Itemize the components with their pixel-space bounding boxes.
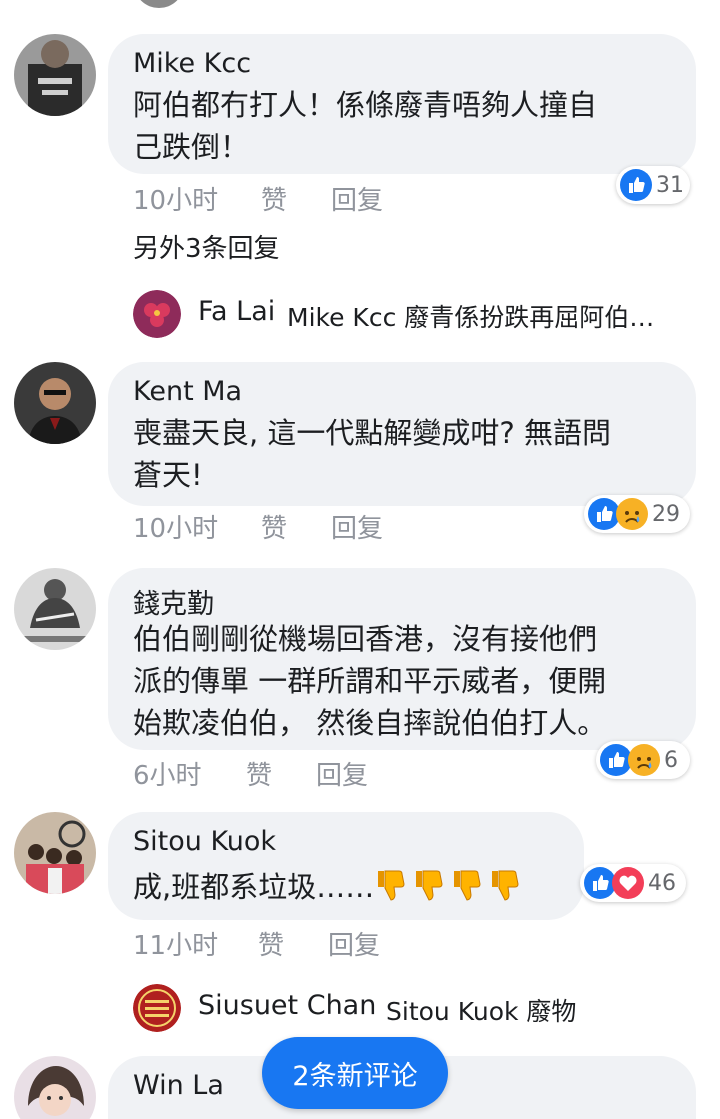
thumbs-down-emoji-icon xyxy=(450,870,488,904)
comment-bubble[interactable]: Sitou Kuok 成,班都系垃圾…… xyxy=(108,812,584,920)
like-button[interactable]: 赞 xyxy=(261,180,287,217)
comment-text-line: 喪盡天良, 這一代點解變成咁? 無語問 xyxy=(133,416,612,450)
comment-timestamp: 6小时 xyxy=(133,761,202,791)
thumbs-down-emoji-icon xyxy=(488,870,526,904)
thumbs-down-emoji-icon xyxy=(374,870,412,904)
reply-button[interactable]: 回复 xyxy=(331,180,383,217)
reaction-summary[interactable]: 6 xyxy=(596,741,690,779)
sad-reaction-icon xyxy=(616,498,648,530)
comment-timestamp: 11小时 xyxy=(133,931,219,961)
avatar[interactable] xyxy=(14,568,96,650)
comment-text: 成,班都系垃圾…… xyxy=(133,866,526,908)
reaction-count: 29 xyxy=(652,501,680,527)
avatar[interactable] xyxy=(14,1056,96,1119)
comment-text-content: 成,班都系垃圾…… xyxy=(133,870,375,904)
comment-author[interactable]: Mike Kcc xyxy=(133,48,251,79)
comment-timestamp: 10小时 xyxy=(133,186,219,216)
reply-author[interactable]: Siusuet Chan xyxy=(198,990,376,1021)
sad-reaction-icon xyxy=(628,744,660,776)
reaction-count: 46 xyxy=(648,870,676,896)
thumbs-down-emoji-icon xyxy=(412,870,450,904)
reaction-count: 6 xyxy=(664,747,678,773)
comment-text: 喪盡天良, 這一代點解變成咁? 無語問 蒼天! xyxy=(133,412,611,496)
comment-bubble[interactable]: 錢克勤 伯伯剛剛從機場回香港，沒有接他們 派的傳單 一群所謂和平示威者，便開 始… xyxy=(108,568,696,750)
comment-meta: 6小时 赞 回复 xyxy=(133,755,433,792)
comment-bubble[interactable]: Mike Kcc 阿伯都冇打人！係條廢青唔夠人撞自 己跌倒！ xyxy=(108,34,696,174)
new-comments-button[interactable]: 2条新评论 xyxy=(262,1037,448,1109)
like-button[interactable]: 赞 xyxy=(258,925,284,962)
avatar[interactable] xyxy=(133,290,181,338)
more-replies-link[interactable]: 另外3条回复 xyxy=(133,228,280,265)
comment-text-line: 己跌倒！ xyxy=(133,130,250,164)
love-reaction-icon xyxy=(612,867,644,899)
comment-author[interactable]: Win La xyxy=(133,1070,224,1101)
like-button[interactable]: 赞 xyxy=(261,508,287,545)
comment-author[interactable]: Kent Ma xyxy=(133,376,242,407)
avatar-partial[interactable] xyxy=(135,0,183,8)
comment-meta: 10小时 赞 回复 xyxy=(133,180,433,217)
reply-snippet: Sitou Kuok 廢物 xyxy=(386,997,577,1026)
avatar[interactable] xyxy=(14,34,96,116)
reaction-summary[interactable]: 46 xyxy=(580,864,686,902)
like-button[interactable]: 赞 xyxy=(246,755,272,792)
comment-author[interactable]: 錢克勤 xyxy=(133,582,214,621)
reply-snippet: Mike Kcc 廢青係扮跌再屈阿伯… xyxy=(287,303,655,332)
avatar[interactable] xyxy=(14,812,96,894)
comment-text-line: 派的傳單 一群所謂和平示威者，便開 xyxy=(133,664,607,698)
comment-text: 阿伯都冇打人！係條廢青唔夠人撞自 己跌倒！ xyxy=(133,84,597,168)
comment-meta: 10小时 赞 回复 xyxy=(133,508,433,545)
avatar[interactable] xyxy=(133,984,181,1032)
comment-timestamp: 10小时 xyxy=(133,514,219,544)
comment-text-line: 始欺凌伯伯， 然後自摔說伯伯打人。 xyxy=(133,706,607,740)
reply-author[interactable]: Fa Lai xyxy=(198,296,275,327)
like-reaction-icon xyxy=(620,169,652,201)
comment-text-line: 伯伯剛剛從機場回香港，沒有接他們 xyxy=(133,622,598,656)
avatar[interactable] xyxy=(14,362,96,444)
comment-bubble[interactable]: Kent Ma 喪盡天良, 這一代點解變成咁? 無語問 蒼天! xyxy=(108,362,696,506)
reply-button[interactable]: 回复 xyxy=(328,925,380,962)
reply-preview[interactable]: Siusuet Chan Sitou Kuok 廢物 xyxy=(133,984,603,1036)
comment-meta: 11小时 赞 回复 xyxy=(133,925,433,962)
comment-author[interactable]: Sitou Kuok xyxy=(133,826,276,857)
comment-text: 伯伯剛剛從機場回香港，沒有接他們 派的傳單 一群所謂和平示威者，便開 始欺凌伯伯… xyxy=(133,618,606,744)
comment-text-line: 蒼天! xyxy=(133,458,203,492)
reaction-summary[interactable]: 29 xyxy=(584,495,690,533)
comment-text-line: 阿伯都冇打人！係條廢青唔夠人撞自 xyxy=(133,88,598,122)
reply-button[interactable]: 回复 xyxy=(316,755,368,792)
reply-button[interactable]: 回复 xyxy=(331,508,383,545)
reply-preview[interactable]: Fa Lai Mike Kcc 廢青係扮跌再屈阿伯… xyxy=(133,290,693,342)
reaction-summary[interactable]: 31 xyxy=(616,166,690,204)
reaction-count: 31 xyxy=(656,172,684,198)
